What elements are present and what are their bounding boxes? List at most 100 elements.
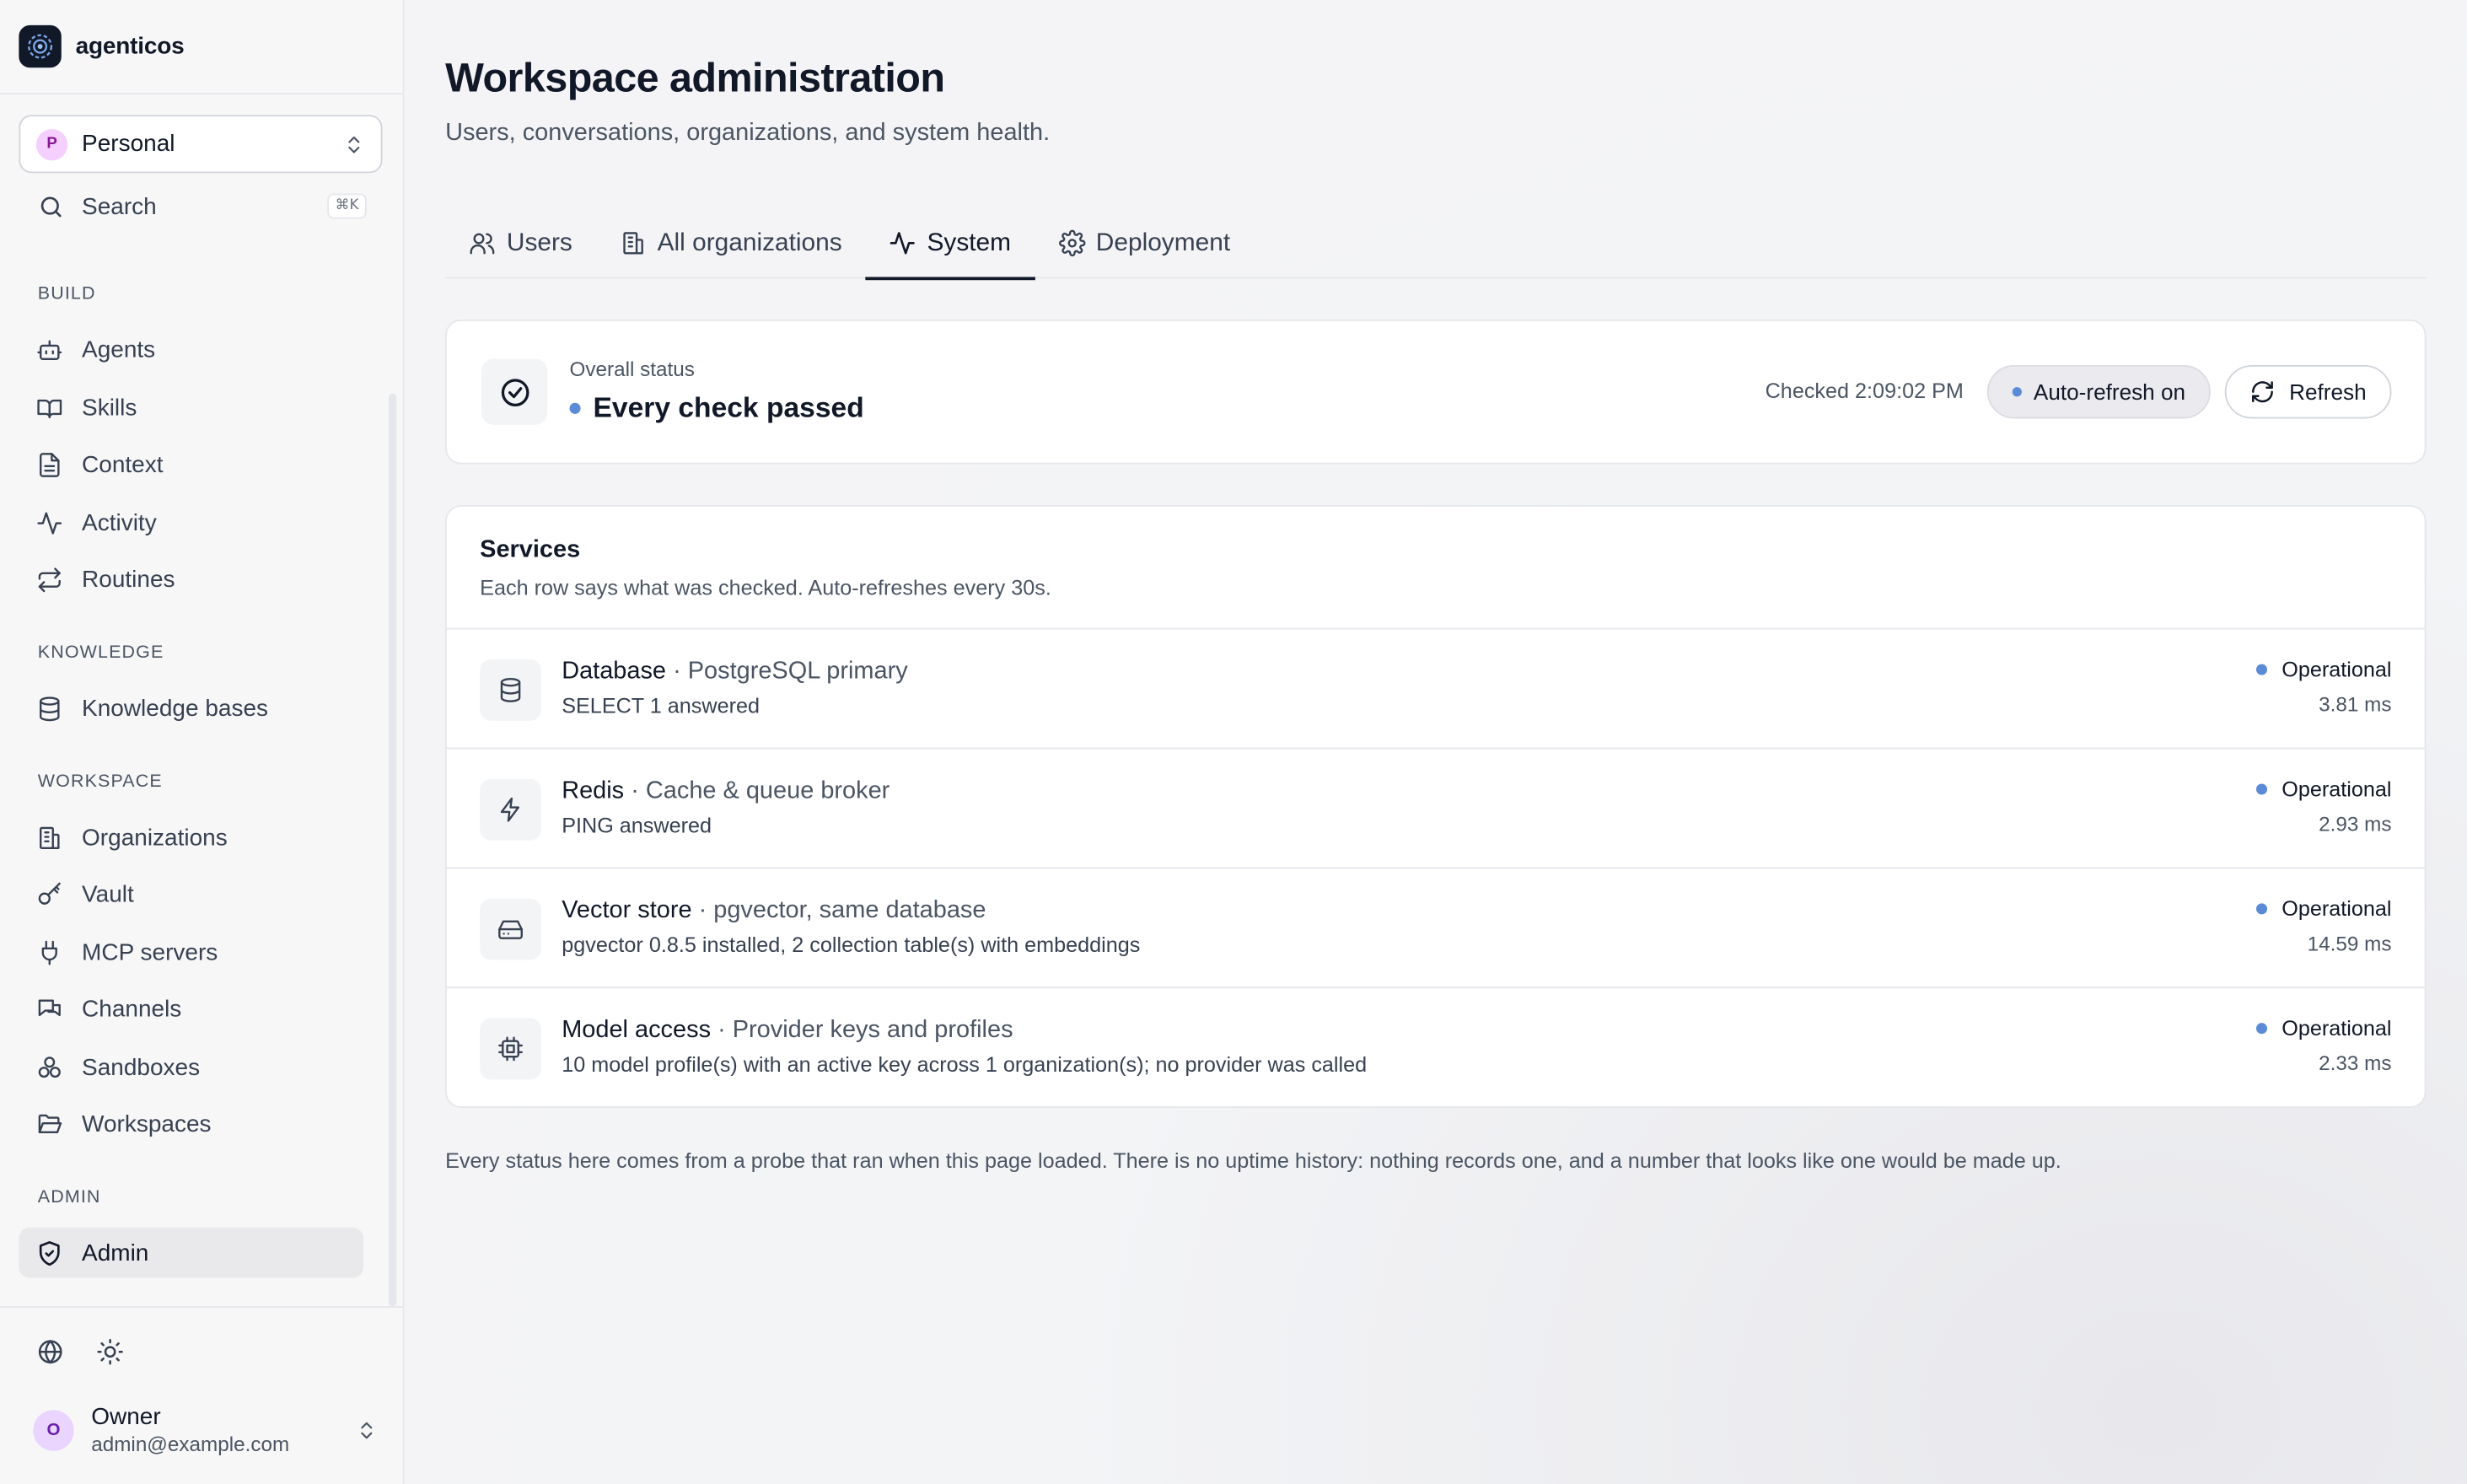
sidebar-item-mcp-servers[interactable]: MCP servers bbox=[19, 927, 363, 977]
status-dot bbox=[2256, 1023, 2268, 1035]
sidebar-item-sandboxes[interactable]: Sandboxes bbox=[19, 1042, 363, 1093]
section-workspace: WORKSPACE bbox=[37, 772, 163, 792]
sidebar-item-knowledge-bases[interactable]: Knowledge bases bbox=[19, 683, 363, 734]
chat-bubbles-icon bbox=[38, 998, 61, 1016]
theme-toggle-button[interactable] bbox=[94, 1336, 126, 1368]
database-icon bbox=[40, 696, 60, 721]
status-dot bbox=[2256, 783, 2268, 795]
building-icon bbox=[622, 232, 643, 255]
services-card: Services Each row says what was checked.… bbox=[445, 505, 2427, 1108]
main-content: Workspace administration Users, conversa… bbox=[404, 0, 2467, 1484]
brand[interactable]: agenticos bbox=[19, 24, 185, 68]
footnote: Every status here comes from a probe tha… bbox=[445, 1148, 2061, 1173]
tab-label: Users bbox=[506, 229, 572, 256]
tab-all-organizations[interactable]: All organizations bbox=[596, 207, 866, 278]
building-icon bbox=[40, 825, 60, 849]
app-logo-icon bbox=[19, 24, 62, 68]
service-name: Vector store bbox=[562, 896, 692, 924]
folder-open-icon bbox=[38, 1113, 62, 1133]
service-check: SELECT 1 answered bbox=[562, 694, 761, 718]
service-status: Operational bbox=[2256, 1017, 2391, 1040]
service-row-model-access: Model access · Provider keys and profile… bbox=[447, 988, 2425, 1106]
database-icon bbox=[500, 678, 521, 702]
service-status: Operational bbox=[2256, 658, 2391, 681]
sidebar-item-organizations[interactable]: Organizations bbox=[19, 812, 363, 863]
sidebar-scrollbar[interactable] bbox=[388, 393, 397, 1307]
service-row-redis: Redis · Cache & queue broker PING answer… bbox=[446, 749, 2425, 869]
check-circle-icon bbox=[500, 378, 529, 406]
globe-icon bbox=[38, 1339, 62, 1364]
refresh-label: Refresh bbox=[2289, 379, 2367, 405]
sidebar-item-activity[interactable]: Activity bbox=[19, 497, 363, 548]
page-subtitle: Users, conversations, organizations, and… bbox=[445, 119, 1051, 147]
admin-tabs: Users All organizations System Deploymen… bbox=[445, 207, 2427, 281]
tab-label: Deployment bbox=[1095, 229, 1231, 256]
sidebar-item-routines[interactable]: Routines bbox=[19, 554, 363, 605]
service-icon-box bbox=[480, 1018, 541, 1080]
sidebar-item-label: Vault bbox=[82, 880, 134, 907]
sidebar-item-context[interactable]: Context bbox=[19, 439, 363, 490]
gear-icon bbox=[1058, 229, 1085, 257]
tab-deployment[interactable]: Deployment bbox=[1035, 207, 1254, 278]
services-title: Services bbox=[480, 536, 581, 564]
activity-icon bbox=[37, 511, 62, 534]
service-status: Operational bbox=[2256, 897, 2391, 921]
users-icon bbox=[470, 233, 495, 255]
sidebar-item-admin[interactable]: Admin bbox=[19, 1227, 364, 1278]
service-status-text: Operational bbox=[2282, 777, 2392, 801]
cpu-chip-icon bbox=[498, 1036, 523, 1062]
sidebar-item-agents[interactable]: Agents bbox=[19, 324, 363, 374]
user-name: Owner bbox=[91, 1402, 161, 1430]
service-title: Vector store · pgvector, same database bbox=[562, 897, 986, 926]
service-status-text: Operational bbox=[2282, 658, 2392, 682]
service-icon-box bbox=[480, 898, 541, 960]
services-description: Each row says what was checked. Auto-ref… bbox=[480, 576, 1051, 600]
service-detail: · Provider keys and profiles bbox=[711, 1016, 1013, 1044]
service-status-text: Operational bbox=[2282, 1016, 2392, 1040]
service-latency: 2.93 ms bbox=[2319, 812, 2392, 836]
sidebar-item-label: MCP servers bbox=[82, 938, 218, 966]
workspace-switcher[interactable]: P Personal bbox=[19, 115, 383, 174]
divider bbox=[0, 1306, 403, 1308]
tab-users[interactable]: Users bbox=[445, 207, 596, 278]
service-row-vector-store: Vector store · pgvector, same database p… bbox=[446, 868, 2425, 989]
page-title: Workspace administration bbox=[445, 53, 945, 101]
sidebar-item-label: Routines bbox=[82, 565, 175, 593]
sidebar-item-label: Context bbox=[82, 450, 164, 478]
status-dot bbox=[569, 402, 581, 414]
service-latency: 2.33 ms bbox=[2319, 1051, 2392, 1075]
refresh-icon bbox=[2251, 381, 2273, 403]
sidebar-item-channels[interactable]: Channels bbox=[19, 984, 363, 1035]
language-button[interactable] bbox=[35, 1336, 66, 1368]
auto-refresh-toggle[interactable]: Auto-refresh on bbox=[1986, 365, 2211, 419]
service-status-text: Operational bbox=[2282, 896, 2392, 921]
hard-drive-icon bbox=[498, 920, 523, 939]
service-latency: 3.81 ms bbox=[2319, 692, 2392, 717]
refresh-button[interactable]: Refresh bbox=[2224, 365, 2392, 419]
service-title: Redis · Cache & queue broker bbox=[562, 777, 890, 806]
section-build: BUILD bbox=[37, 284, 96, 304]
service-detail: · pgvector, same database bbox=[691, 896, 986, 924]
tab-system[interactable]: System bbox=[865, 207, 1035, 281]
service-title: Database · PostgreSQL primary bbox=[562, 658, 907, 686]
sidebar-item-vault[interactable]: Vault bbox=[19, 868, 363, 919]
service-name: Redis bbox=[562, 777, 625, 804]
search-button[interactable]: Search ⌘K bbox=[19, 186, 382, 227]
sun-icon bbox=[97, 1338, 123, 1365]
user-menu[interactable]: O Owner admin@example.com bbox=[33, 1399, 378, 1462]
service-name: Model access bbox=[562, 1016, 712, 1044]
workspace-name: Personal bbox=[82, 130, 175, 158]
search-label: Search bbox=[82, 192, 157, 220]
service-status: Operational bbox=[2256, 777, 2391, 801]
status-dot bbox=[2011, 387, 2022, 397]
section-admin: ADMIN bbox=[37, 1188, 101, 1207]
service-check: pgvector 0.8.5 installed, 2 collection t… bbox=[562, 933, 1141, 957]
status-icon-box bbox=[481, 358, 548, 425]
activity-icon bbox=[890, 232, 916, 255]
sidebar-item-workspaces[interactable]: Workspaces bbox=[19, 1099, 363, 1149]
service-title: Model access · Provider keys and profile… bbox=[562, 1017, 1013, 1046]
sidebar-item-label: Agents bbox=[82, 336, 156, 363]
sidebar-item-skills[interactable]: Skills bbox=[19, 383, 363, 433]
service-name: Database bbox=[562, 658, 667, 685]
book-open-icon bbox=[37, 398, 62, 418]
